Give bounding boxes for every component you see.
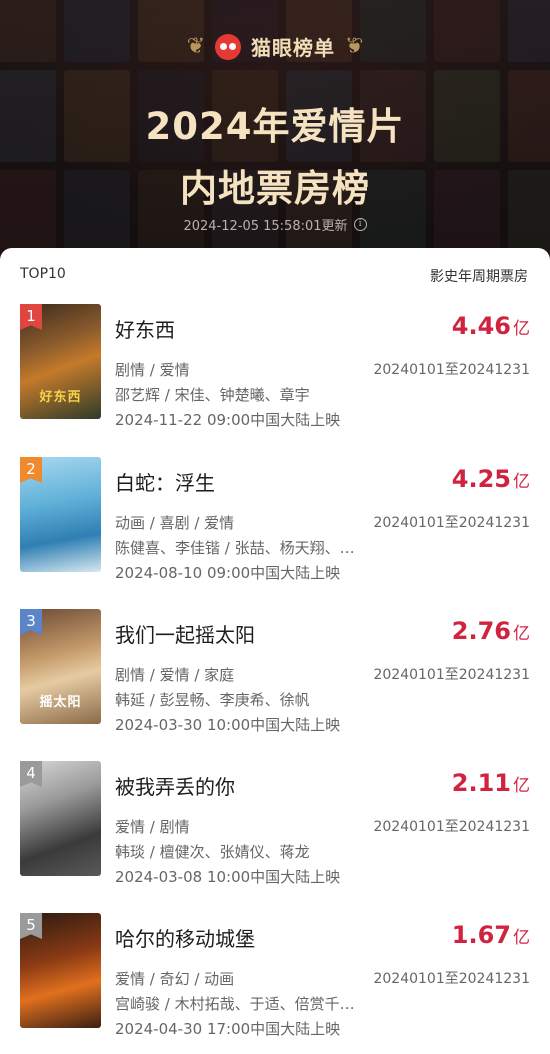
box-office-period: 20240101至20241231 (373, 667, 530, 683)
movie-list-item[interactable]: 摇太阳 3 我们一起摇太阳 2.76 亿 剧情 / 爱情 / 家庭 202401… (0, 609, 550, 739)
box-office-value: 2.76 (451, 617, 511, 645)
box-office-unit: 亿 (513, 472, 530, 492)
page-title-line2: 内地票房榜 (180, 167, 370, 210)
box-office-value: 2.11 (451, 769, 511, 797)
box-office-period: 20240101至20241231 (373, 362, 530, 378)
box-office-value: 1.67 (451, 921, 511, 949)
box-office-unit: 亿 (513, 928, 530, 948)
box-office: 4.25 亿 (452, 465, 530, 493)
box-office-unit: 亿 (513, 776, 530, 796)
box-office: 1.67 亿 (452, 921, 530, 949)
header-banner: ❦ 猫眼榜单 ❦ 2024年爱情片 内地票房榜 2024-12-05 15:58… (0, 0, 550, 262)
laurel-right-icon: ❦ (345, 33, 364, 59)
movie-title: 哈尔的移动城堡 (115, 927, 255, 951)
update-time-text: 2024-12-05 15:58:01更新 (183, 219, 348, 234)
box-office-value: 4.25 (451, 465, 511, 493)
info-icon[interactable]: i (353, 218, 367, 231)
movie-title: 被我弄丢的你 (115, 775, 235, 799)
update-time: 2024-12-05 15:58:01更新 i (0, 215, 550, 234)
box-office: 2.11 亿 (452, 769, 530, 797)
movie-cast: 邵艺辉 / 宋佳、钟楚曦、章宇 (115, 386, 310, 404)
box-office: 4.46 亿 (452, 312, 530, 340)
movie-genre: 爱情 / 剧情 (115, 818, 190, 836)
movie-genre: 剧情 / 爱情 (115, 361, 190, 379)
movie-genre: 动画 / 喜剧 / 爱情 (115, 514, 235, 532)
movie-title: 好东西 (115, 318, 175, 342)
movie-genre: 爱情 / 奇幻 / 动画 (115, 970, 235, 988)
box-office-type-label: 影史年周期票房 (430, 269, 528, 285)
page-title-line1: 2024年爱情片 (145, 105, 405, 148)
maoyan-logo-icon (215, 33, 241, 60)
release-date: 2024-11-22 09:00中国大陆上映 (115, 411, 341, 429)
release-date: 2024-03-08 10:00中国大陆上映 (115, 868, 341, 886)
movie-list-item[interactable]: 好东西 1 好东西 4.46 亿 剧情 / 爱情 20240101至202412… (0, 304, 550, 434)
box-office-period: 20240101至20241231 (373, 971, 530, 987)
box-office: 2.76 亿 (452, 617, 530, 645)
box-office-value: 4.46 (451, 312, 511, 340)
box-office-period: 20240101至20241231 (373, 515, 530, 531)
movie-genre: 剧情 / 爱情 / 家庭 (115, 666, 235, 684)
movie-title: 我们一起摇太阳 (115, 623, 255, 647)
box-office-period: 20240101至20241231 (373, 819, 530, 835)
movie-cast: 韩琰 / 檀健次、张婧仪、蒋龙 (115, 843, 310, 861)
movie-list-item[interactable]: 4 被我弄丢的你 2.11 亿 爱情 / 剧情 20240101至2024123… (0, 761, 550, 891)
movie-cast: 韩延 / 彭昱畅、李庚希、徐帆 (115, 691, 310, 709)
ranking-card: TOP10 影史年周期票房 好东西 1 好东西 4.46 亿 剧情 / 爱情 2… (0, 248, 550, 1054)
release-date: 2024-04-30 17:00中国大陆上映 (115, 1020, 341, 1038)
poster-title-art: 摇太阳 (39, 695, 82, 710)
box-office-unit: 亿 (513, 319, 530, 339)
release-date: 2024-03-30 10:00中国大陆上映 (115, 716, 341, 734)
movie-list-item[interactable]: 5 哈尔的移动城堡 1.67 亿 爱情 / 奇幻 / 动画 20240101至2… (0, 913, 550, 1043)
movie-list-item[interactable]: 2 白蛇：浮生 4.25 亿 动画 / 喜剧 / 爱情 20240101至202… (0, 457, 550, 587)
box-office-unit: 亿 (513, 624, 530, 644)
top-label: TOP10 (20, 266, 66, 282)
brand-row: ❦ 猫眼榜单 ❦ (0, 32, 550, 61)
movie-title: 白蛇：浮生 (115, 471, 215, 495)
laurel-left-icon: ❦ (186, 33, 205, 59)
brand-name: 猫眼榜单 (251, 36, 335, 60)
poster-title-art: 好东西 (39, 390, 82, 405)
movie-cast: 陈健喜、李佳锴 / 张喆、杨天翔、… (115, 539, 355, 557)
release-date: 2024-08-10 09:00中国大陆上映 (115, 564, 341, 582)
movie-cast: 宫崎骏 / 木村拓哉、于适、倍赏千… (115, 995, 355, 1013)
